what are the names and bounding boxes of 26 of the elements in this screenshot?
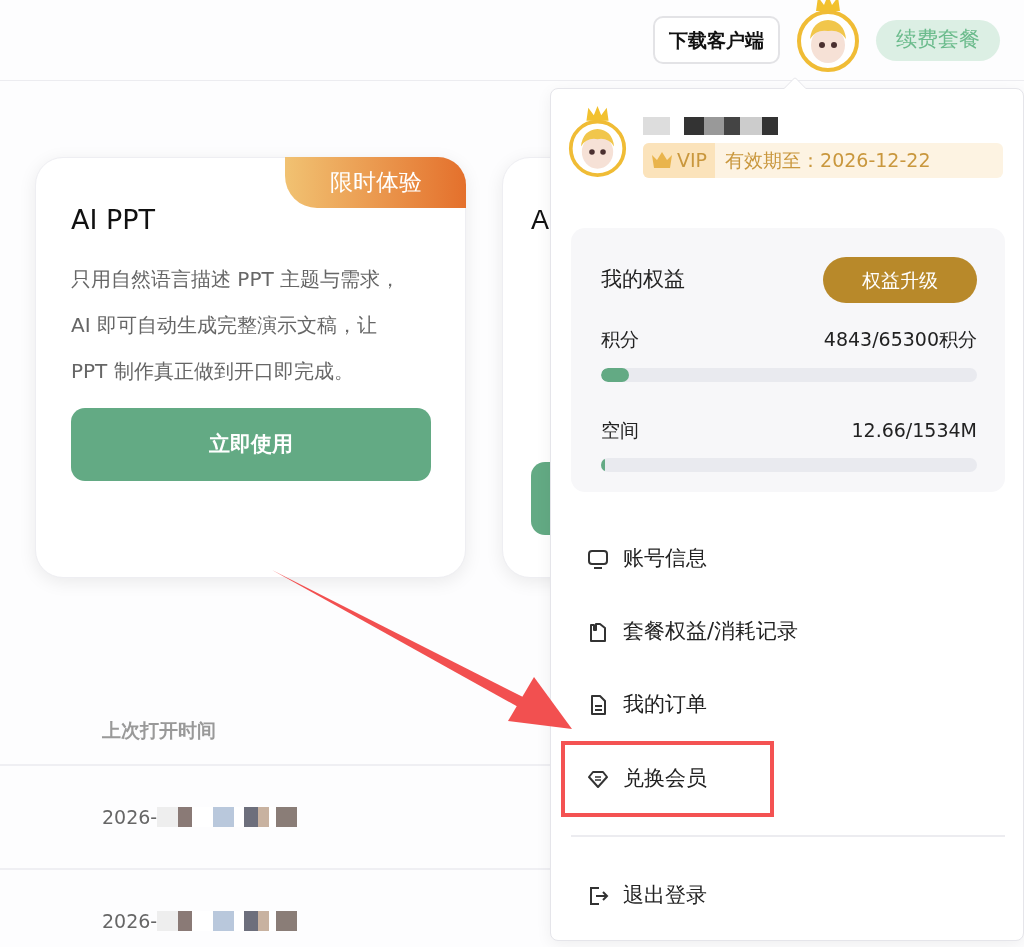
column-header: 上次打开时间 xyxy=(102,717,216,743)
menu-item[interactable]: 兑换会员 xyxy=(561,741,774,817)
table-cell-text: 2026- xyxy=(102,908,158,934)
benefits-title: 我的权益 xyxy=(601,266,685,294)
table-cell-text: 2026- xyxy=(102,804,158,830)
diamond-icon xyxy=(587,768,609,790)
meter-label: 积分 xyxy=(601,327,639,352)
logout-icon xyxy=(587,884,609,907)
crown-icon xyxy=(651,151,673,169)
meter-label: 空间 xyxy=(601,417,639,443)
meter-reading: 4843/65300积分 xyxy=(823,327,977,352)
menu-item[interactable]: 账号信息 xyxy=(561,522,774,595)
card-description: 只用自然语言描述 PPT 主题与需求，AI 即可自动生成完整演示文稿，让 PPT 制作真正做到开口即完成。 xyxy=(71,266,402,386)
vip-label: VIP xyxy=(677,147,708,173)
menu-item[interactable]: 退出登录 xyxy=(561,859,774,932)
meter-reading: 12.66/1534M xyxy=(851,417,977,443)
limited-trial-tag: 限时体验 xyxy=(285,157,466,208)
card-title: A xyxy=(531,204,550,237)
card-title: AI PPT xyxy=(71,204,157,237)
clipboard-icon xyxy=(587,620,609,643)
menu-item[interactable]: 我的订单 xyxy=(561,668,774,741)
expiry-date: 有效期至：2026-12-22 xyxy=(724,147,931,173)
download-client-button[interactable]: 下载客户端 xyxy=(653,16,780,64)
menu-item[interactable]: 套餐权益/消耗记录 xyxy=(561,595,815,668)
avatar-icon[interactable] xyxy=(796,0,860,73)
monitor-icon xyxy=(587,547,609,570)
